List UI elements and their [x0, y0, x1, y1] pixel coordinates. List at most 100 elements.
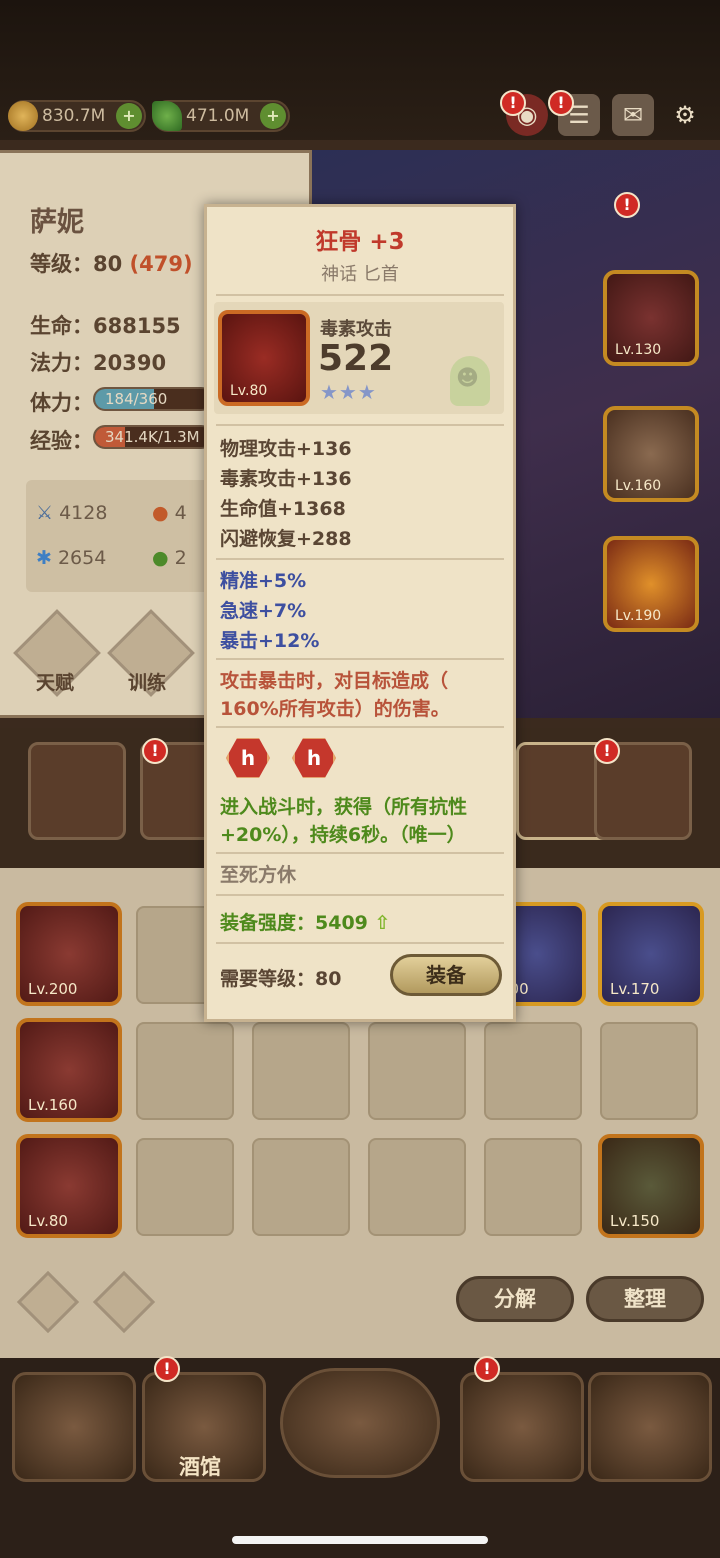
- mp-value: 20390: [93, 351, 167, 375]
- exp-bar: 341.4K/1.3M: [93, 425, 213, 449]
- alert-badge: !: [154, 1356, 180, 1382]
- hero-level-row: 等级：80 (479): [30, 248, 193, 278]
- inventory-slot[interactable]: [252, 1022, 350, 1120]
- alert-badge: !: [614, 192, 640, 218]
- divider: [216, 942, 504, 944]
- roster-hero-knight[interactable]: [28, 742, 126, 840]
- effect-line: 160%所有攻击）的伤害。: [220, 698, 450, 720]
- bonus-stat: 暴击+12%: [220, 630, 320, 652]
- item-level: Lv.200: [28, 980, 78, 998]
- nav-forge[interactable]: [588, 1372, 712, 1482]
- power-row: 装备强度：5409 ⇧: [220, 908, 390, 935]
- alert-badge: !: [500, 90, 526, 116]
- divider: [216, 658, 504, 660]
- inventory-slot[interactable]: [368, 1022, 466, 1120]
- stamina-label: 体力：: [30, 391, 93, 415]
- inventory-item-bracer[interactable]: Lv.150: [598, 1134, 704, 1238]
- slot-level: Lv.130: [615, 342, 662, 358]
- hero-name: 萨妮: [30, 207, 84, 238]
- level-value: 80: [93, 252, 123, 276]
- coin-icon: [8, 101, 38, 131]
- talent-label: 天赋: [36, 672, 75, 694]
- stamina-value: 184/360: [105, 390, 168, 408]
- nav-home[interactable]: [12, 1372, 136, 1482]
- required-level-row: 需要等级：80: [220, 964, 341, 991]
- alert-badge: !: [548, 90, 574, 116]
- stamina-row: 体力：: [30, 387, 93, 417]
- required-level-label: 需要等级：: [220, 968, 316, 990]
- inventory-slot[interactable]: [252, 1138, 350, 1236]
- hp-row: 生命：688155: [30, 310, 181, 340]
- exp-value: 341.4K/1.3M: [105, 428, 200, 446]
- bonus-stat: 急速+7%: [220, 600, 307, 622]
- inventory-slot[interactable]: [484, 1138, 582, 1236]
- poison-icon: ●: [152, 547, 169, 569]
- flavor-text: 至死方休: [220, 864, 297, 886]
- bonus-stat: 精准+5%: [220, 570, 307, 592]
- divider: [216, 424, 504, 426]
- inventory-slot[interactable]: [484, 1022, 582, 1120]
- attack-value: 4128: [59, 502, 108, 524]
- item-name: 狂骨 +3: [315, 229, 405, 255]
- organize-button[interactable]: 整理: [586, 1276, 704, 1322]
- item-level: Lv.160: [28, 1096, 78, 1114]
- item-type: 神话 匕首: [321, 264, 399, 285]
- nav-tavern-label: 酒馆: [179, 1455, 221, 1479]
- alert-badge: !: [142, 738, 168, 764]
- fire-icon: ●: [152, 502, 169, 524]
- frost-value: 2654: [57, 547, 107, 569]
- arrow-up-icon: ⇧: [374, 912, 391, 934]
- poison-ghost-icon: ☻: [450, 356, 490, 406]
- nav-adventure[interactable]: [280, 1368, 440, 1478]
- home-indicator[interactable]: [232, 1536, 488, 1544]
- set-effect-line: 进入战斗时，获得（所有抗性: [220, 796, 468, 818]
- inventory-slot[interactable]: [136, 1022, 234, 1120]
- inventory-item-dagger[interactable]: Lv.80: [16, 1134, 122, 1238]
- attack-stat: ⚔ 4128: [36, 502, 107, 524]
- snowflake-icon: ✱: [36, 547, 52, 569]
- decompose-button[interactable]: 分解: [456, 1276, 574, 1322]
- inventory-slot[interactable]: [600, 1022, 698, 1120]
- level-label: 等级：: [30, 252, 93, 276]
- item-level: Lv.170: [610, 980, 660, 998]
- add-gem-icon[interactable]: +: [260, 103, 286, 129]
- equip-button[interactable]: 装备: [390, 954, 502, 996]
- equip-slot-amulet[interactable]: Lv.190: [603, 536, 699, 632]
- required-level-value: 80: [315, 968, 342, 990]
- alert-badge: !: [474, 1356, 500, 1382]
- gold-value: 830.7M: [42, 106, 106, 126]
- base-stat: 生命值+1368: [220, 498, 346, 520]
- power-value: 5409: [315, 912, 368, 934]
- star-rating: ★★★: [320, 380, 377, 404]
- train-label: 训练: [128, 672, 167, 694]
- nav-shop[interactable]: [460, 1372, 584, 1482]
- mail-icon[interactable]: ✉: [612, 94, 654, 136]
- inventory-item-dagger[interactable]: Lv.200: [16, 902, 122, 1006]
- inventory-item-hat[interactable]: Lv.170: [598, 902, 704, 1006]
- poison-value: 2: [174, 547, 187, 569]
- main-stat-value: 522: [318, 338, 394, 379]
- add-gold-icon[interactable]: +: [116, 103, 142, 129]
- nav-tavern[interactable]: 酒馆: [142, 1372, 266, 1482]
- set-effect-line: +20%），持续6秒。（唯一）: [220, 824, 466, 846]
- gem-currency[interactable]: 471.0M +: [152, 100, 290, 132]
- poison-stat: ● 2: [152, 547, 187, 569]
- inventory-slot[interactable]: [368, 1138, 466, 1236]
- alert-badge: !: [594, 738, 620, 764]
- stamina-bar: 184/360: [93, 387, 213, 411]
- exp-row: 经验：: [30, 425, 93, 455]
- top-bar: [0, 0, 720, 160]
- inventory-slot[interactable]: [136, 1138, 234, 1236]
- hp-label: 生命：: [30, 314, 93, 338]
- divider: [216, 558, 504, 560]
- gear-icon[interactable]: ⚙: [664, 94, 706, 136]
- equip-slot-ring[interactable]: Lv.130: [603, 270, 699, 366]
- inventory-item-dagger[interactable]: Lv.160: [16, 1018, 122, 1122]
- mp-label: 法力：: [30, 351, 93, 375]
- hp-value: 688155: [93, 314, 181, 338]
- gold-currency[interactable]: 830.7M +: [8, 100, 146, 132]
- level-extra: (479): [129, 252, 193, 276]
- slot-level: Lv.190: [615, 608, 662, 624]
- equip-slot-armor[interactable]: Lv.160: [603, 406, 699, 502]
- divider: [216, 294, 504, 296]
